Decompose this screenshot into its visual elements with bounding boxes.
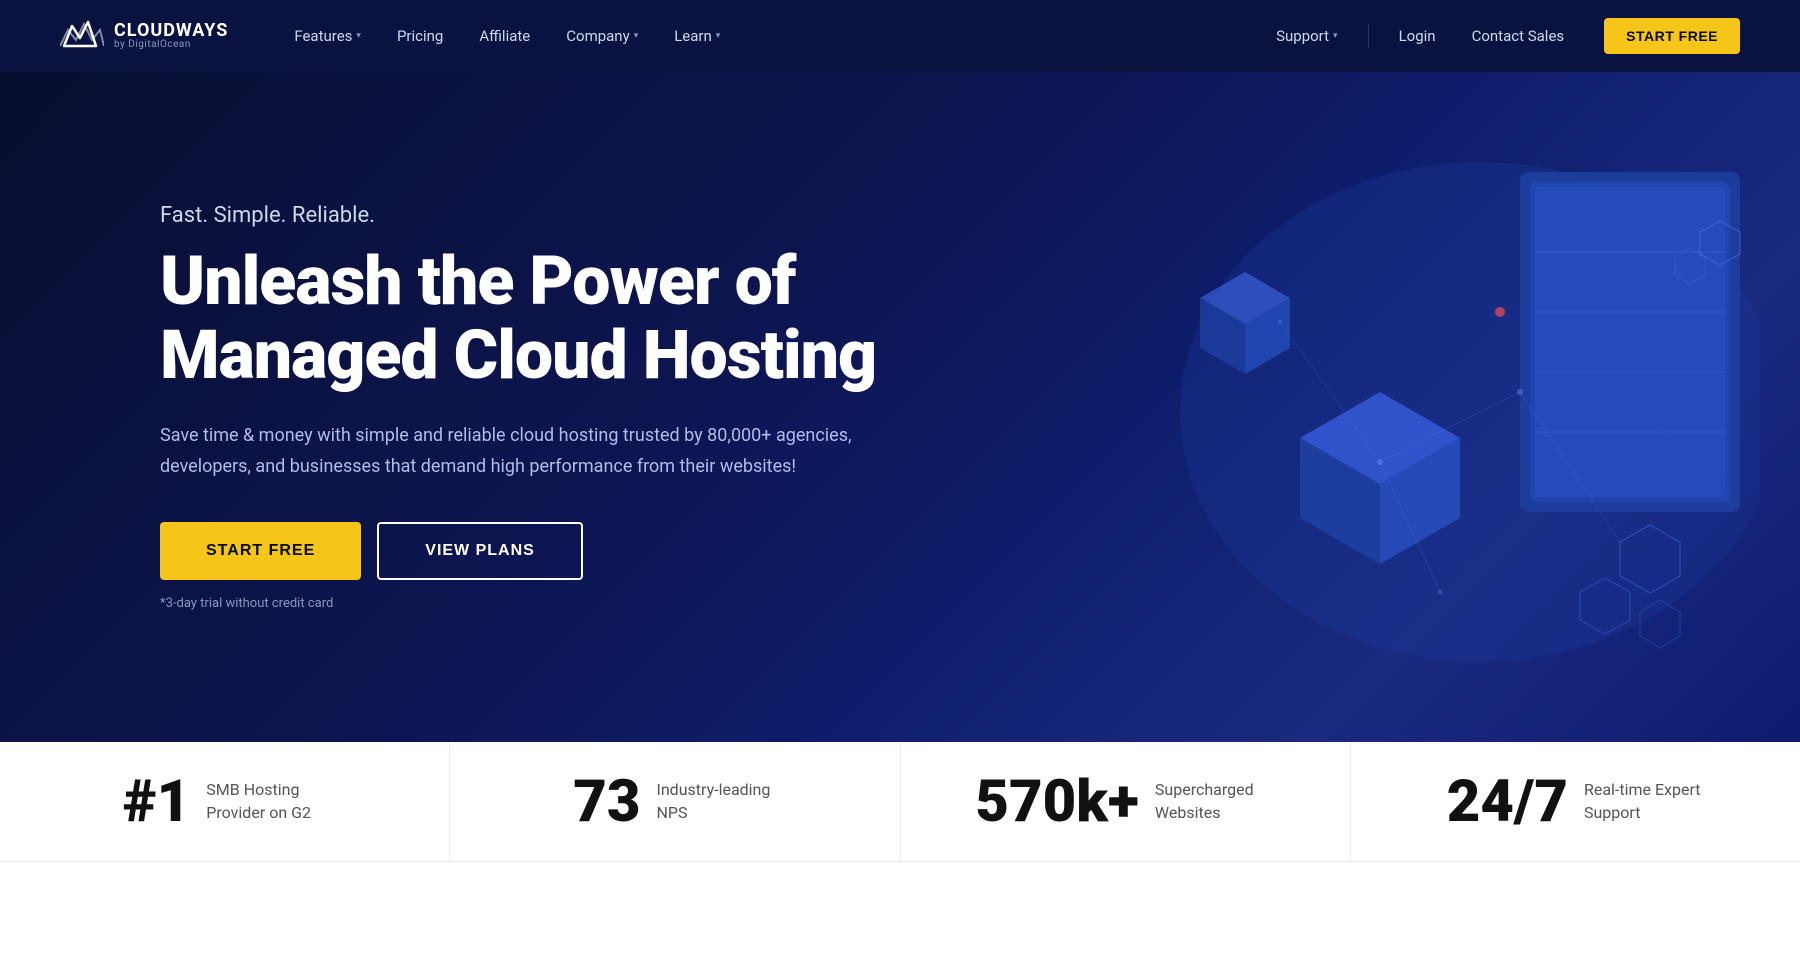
stat-number-rank: #1 <box>123 773 190 831</box>
stat-label-rank: SMB Hosting Provider on G2 <box>206 779 326 824</box>
hero-decoration <box>980 72 1800 742</box>
hero-content: Fast. Simple. Reliable. Unleash the Powe… <box>160 203 940 612</box>
hero-buttons: START FREE VIEW PLANS <box>160 522 940 580</box>
hero-description: Save time & money with simple and reliab… <box>160 421 860 482</box>
stat-item-support: 24/7 Real-time Expert Support <box>1351 742 1800 861</box>
nav-company[interactable]: Company ▾ <box>550 19 654 53</box>
nav-learn[interactable]: Learn ▾ <box>658 19 736 53</box>
nav-support[interactable]: Support ▾ <box>1260 19 1353 53</box>
cloudways-logo-icon <box>60 18 104 54</box>
hero-headline: Unleash the Power of Managed Cloud Hosti… <box>160 244 940 394</box>
stat-item-websites: 570k+ Supercharged Websites <box>901 742 1351 861</box>
stat-number-nps: 73 <box>573 773 640 831</box>
stat-item-rank: #1 SMB Hosting Provider on G2 <box>0 742 450 861</box>
nav-affiliate[interactable]: Affiliate <box>463 19 546 53</box>
nav-start-free-button[interactable]: START FREE <box>1604 18 1740 54</box>
learn-chevron-icon: ▾ <box>716 31 721 41</box>
nav-right: Support ▾ Login Contact Sales START FREE <box>1260 18 1740 54</box>
hero-start-free-button[interactable]: START FREE <box>160 522 361 580</box>
support-chevron-icon: ▾ <box>1333 31 1338 41</box>
nav-contact-sales[interactable]: Contact Sales <box>1456 19 1581 53</box>
stat-label-nps: Industry-leading NPS <box>656 779 776 824</box>
hero-illustration <box>980 112 1760 732</box>
stat-label-websites: Supercharged Websites <box>1155 779 1275 824</box>
hero-trial-note: *3-day trial without credit card <box>160 596 940 611</box>
nav-login[interactable]: Login <box>1383 19 1452 53</box>
stat-number-websites: 570k+ <box>975 773 1139 831</box>
nav-links: Features ▾ Pricing Affiliate Company ▾ L… <box>278 19 1260 53</box>
nav-pricing[interactable]: Pricing <box>381 19 459 53</box>
logo-text: CLOUDWAYS by DigitalOcean <box>114 22 228 50</box>
company-chevron-icon: ▾ <box>634 31 639 41</box>
stat-item-nps: 73 Industry-leading NPS <box>450 742 900 861</box>
features-chevron-icon: ▾ <box>356 31 361 41</box>
stat-label-support: Real-time Expert Support <box>1584 779 1704 824</box>
hero-view-plans-button[interactable]: VIEW PLANS <box>377 522 583 580</box>
hero-section: Fast. Simple. Reliable. Unleash the Powe… <box>0 72 1800 742</box>
logo[interactable]: CLOUDWAYS by DigitalOcean <box>60 18 228 54</box>
stats-bar: #1 SMB Hosting Provider on G2 73 Industr… <box>0 742 1800 862</box>
brand-sub: by DigitalOcean <box>114 40 228 50</box>
navbar: CLOUDWAYS by DigitalOcean Features ▾ Pri… <box>0 0 1800 72</box>
nav-features[interactable]: Features ▾ <box>278 19 377 53</box>
hero-tagline: Fast. Simple. Reliable. <box>160 203 940 228</box>
brand-name: CLOUDWAYS <box>114 22 228 40</box>
nav-divider <box>1368 24 1369 48</box>
stat-number-support: 24/7 <box>1447 773 1568 831</box>
